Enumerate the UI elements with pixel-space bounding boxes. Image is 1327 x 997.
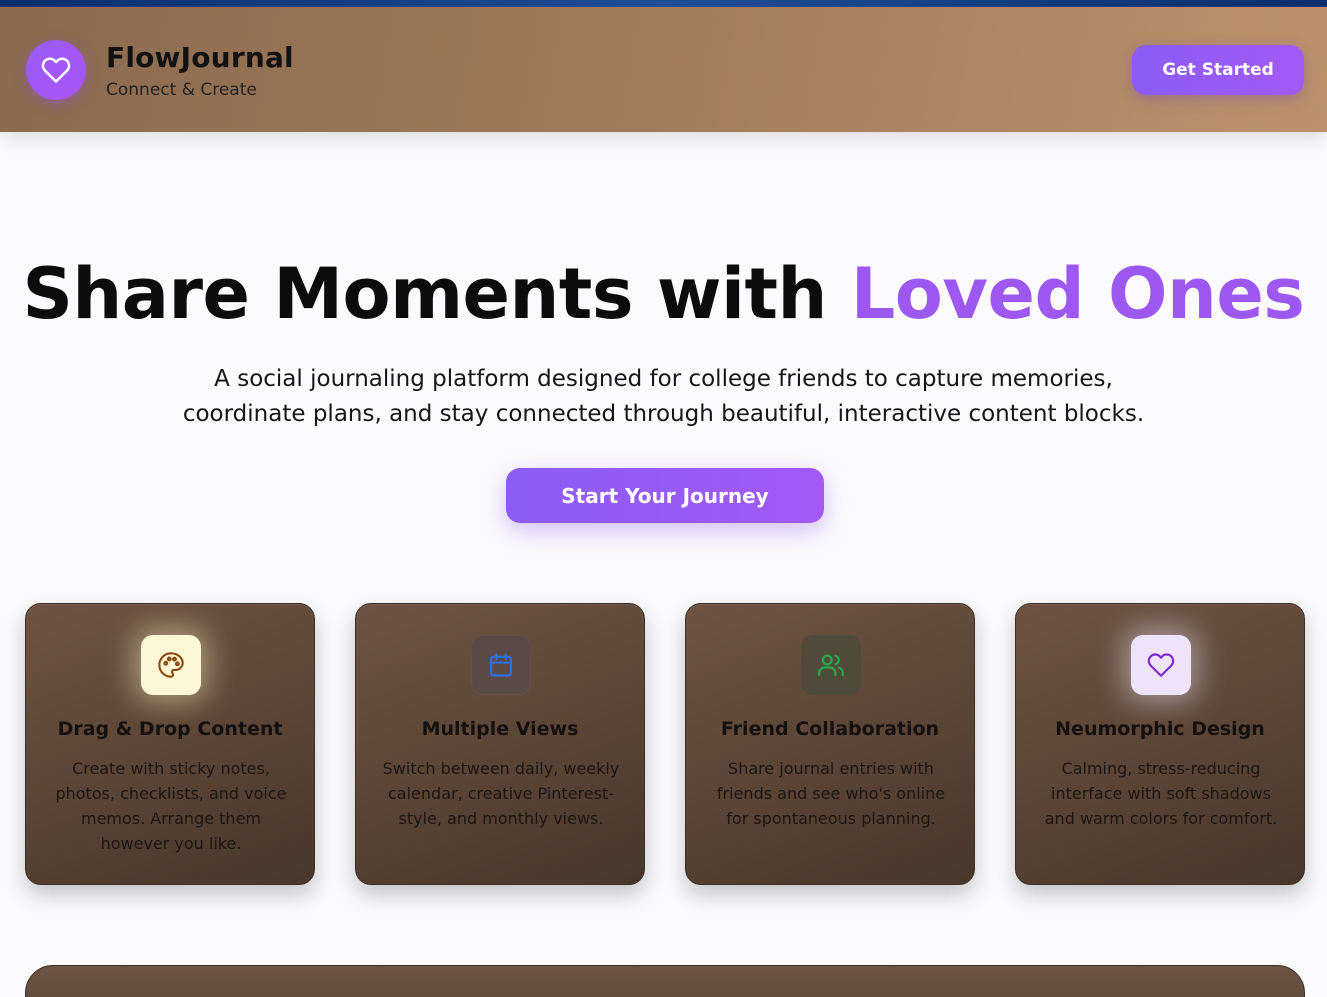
feature-description: Create with sticky notes, photos, checkl… (55, 759, 287, 853)
hero-subtitle: A social journaling platform designed fo… (170, 362, 1157, 432)
feature-icon-box (141, 635, 201, 695)
feature-description: Switch between daily, weekly calendar, c… (382, 759, 620, 828)
hero-title-accent: Loved Ones (850, 253, 1305, 335)
get-started-button[interactable]: Get Started (1132, 45, 1304, 95)
feature-description: Share journal entries with friends and s… (716, 759, 946, 828)
feature-title: Drag & Drop Content (57, 718, 283, 740)
logo-badge[interactable] (26, 40, 86, 100)
hero-subtitle-line-1: A social journaling platform designed fo… (214, 366, 1113, 392)
feature-title: Neumorphic Design (1055, 718, 1265, 740)
feature-description: Calming, stress-reducing interface with … (1044, 759, 1278, 828)
heart-icon (41, 57, 71, 83)
site-header: FlowJournal Connect & Create Get Started (0, 7, 1327, 132)
feature-icon-box (1131, 635, 1191, 695)
start-journey-button[interactable]: Start Your Journey (506, 468, 824, 523)
palette-icon (158, 652, 184, 678)
feature-title: Multiple Views (421, 718, 579, 740)
users-icon (818, 654, 845, 677)
hero-subtitle-line-2: coordinate plans, and stay connected thr… (182, 401, 1145, 427)
browser-top-strip (0, 0, 1327, 7)
feature-card-neumorphic-design: Neumorphic Design Calming, stress-reduci… (1015, 603, 1305, 885)
feature-icon-box (471, 635, 531, 695)
feature-title: Friend Collaboration (720, 718, 940, 740)
feature-card-drag-drop: Drag & Drop Content Create with sticky n… (25, 603, 315, 885)
hero-title-main: Share Moments with (22, 253, 851, 335)
heart-icon (1147, 653, 1175, 677)
calendar-icon (489, 653, 513, 677)
brand-name[interactable]: FlowJournal (106, 41, 294, 74)
feature-icon-box (801, 635, 861, 695)
feature-card-multiple-views: Multiple Views Switch between daily, wee… (355, 603, 645, 885)
brand-tagline: Connect & Create (106, 80, 257, 100)
bottom-section-panel (25, 965, 1305, 997)
hero-title: Share Moments with Loved Ones (0, 248, 1327, 340)
feature-card-friend-collaboration: Friend Collaboration Share journal entri… (685, 603, 975, 885)
